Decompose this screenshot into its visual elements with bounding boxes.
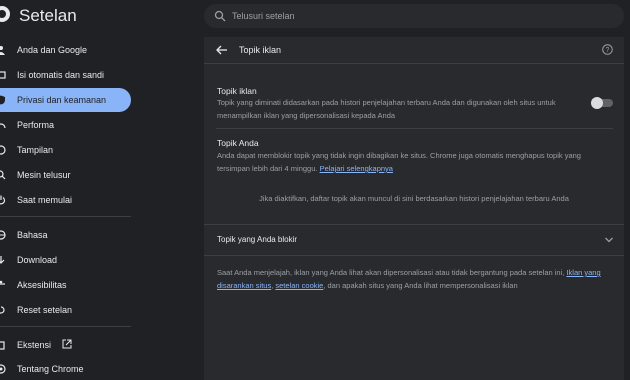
search-icon [214,10,226,22]
sidebar-item-mesin-telusur[interactable]: Mesin telusur [0,163,131,187]
power-icon [0,195,6,205]
sidebar-divider [0,326,131,327]
header-divider [204,63,624,64]
sidebar-item-saat-memulai[interactable]: Saat memulai [0,188,131,212]
sidebar-item-label: Ekstensi [17,340,52,350]
ad-topics-description: Topik yang diminati didasarkan pada hist… [217,98,556,120]
external-link-icon [62,339,72,349]
topics-empty-message: Jika diaktifkan, daftar topik akan muncu… [259,194,569,203]
chevron-down-icon [605,237,613,243]
your-topics-text: Anda dapat memblokir topik yang tidak in… [217,151,581,173]
puzzle-icon [0,341,5,350]
sidebar-item-label: Saat memulai [17,195,73,205]
sidebar-item-download[interactable]: Download [0,248,131,272]
sidebar-item-anda-dan-google[interactable]: Anda dan Google [0,38,131,62]
chrome-icon [0,364,6,374]
shield-icon [0,95,5,105]
sidebar-item-isi-otomatis[interactable]: Isi otomatis dan sandi [0,63,131,87]
sidebar-item-label: Aksesibilitas [17,280,67,290]
help-icon[interactable]: ? [602,44,613,55]
sidebar-divider [0,216,131,217]
download-icon [0,256,5,264]
autofill-icon [0,71,6,79]
back-arrow-icon[interactable] [216,45,228,55]
footer-text-before: Saat Anda menjelajah, iklan yang Anda li… [217,268,565,277]
your-topics-title: Topik Anda [217,138,259,148]
sidebar-item-label: Tentang Chrome [17,364,84,374]
toggle-knob [591,97,603,109]
settings-panel: Topik iklan ? Topik iklan Topik yang dim… [204,37,624,380]
sidebar: Anda dan Google Isi otomatis dan sandi P… [0,37,140,380]
footer-note: Saat Anda menjelajah, iklan yang Anda li… [217,266,617,292]
person-icon [0,46,5,55]
sidebar-item-aksesibilitas[interactable]: Aksesibilitas [0,273,131,297]
sidebar-item-privasi[interactable]: Privasi dan keamanan [0,88,131,112]
footer-text-after: , dan apakah situs yang Anda lihat mempe… [323,281,518,290]
sidebar-item-label: Bahasa [17,230,48,240]
sidebar-item-label: Anda dan Google [17,45,88,55]
sidebar-item-label: Download [17,255,58,265]
sidebar-item-label: Privasi dan keamanan [17,95,107,105]
sidebar-item-ekstensi[interactable]: Ekstensi [0,333,131,357]
page-title: Topik iklan [239,45,282,55]
learn-more-link[interactable]: Pelajari selengkapnya [320,164,393,173]
search-icon [0,170,6,180]
globe-icon [0,230,6,240]
sidebar-item-tampilan[interactable]: Tampilan [0,138,131,162]
accessibility-icon [0,280,5,285]
sidebar-item-bahasa[interactable]: Bahasa [0,223,131,247]
sidebar-item-label: Mesin telusur [17,170,71,180]
ad-topics-toggle[interactable] [591,97,613,109]
footer-separator: , [271,281,274,290]
sidebar-item-tentang-chrome[interactable]: Tentang Chrome [0,357,131,380]
sidebar-item-reset[interactable]: Reset setelan [0,298,131,322]
sidebar-item-performa[interactable]: Performa [0,113,131,137]
cookie-settings-link[interactable]: setelan cookie [275,281,323,290]
ad-topics-title: Topik iklan [217,86,257,96]
search-box[interactable] [204,4,624,28]
top-bar: Setelan [0,0,630,32]
search-input[interactable] [232,8,602,24]
palette-icon [0,145,6,155]
sidebar-item-label: Isi otomatis dan sandi [17,70,105,80]
sidebar-item-label: Tampilan [17,145,54,155]
sidebar-item-label: Performa [17,120,55,130]
your-topics-description: Anda dapat memblokir topik yang tidak in… [217,149,612,175]
chrome-logo-icon [0,6,10,22]
svg-text:?: ? [606,47,610,54]
blocked-topics-row[interactable]: Topik yang Anda blokir [204,225,624,255]
section-divider [204,255,624,256]
speedometer-icon [0,123,6,129]
sidebar-item-label: Reset setelan [17,305,73,315]
app-title: Setelan [19,6,77,25]
blocked-topics-label: Topik yang Anda blokir [217,235,298,244]
reset-icon [0,306,5,314]
section-divider [216,128,613,129]
